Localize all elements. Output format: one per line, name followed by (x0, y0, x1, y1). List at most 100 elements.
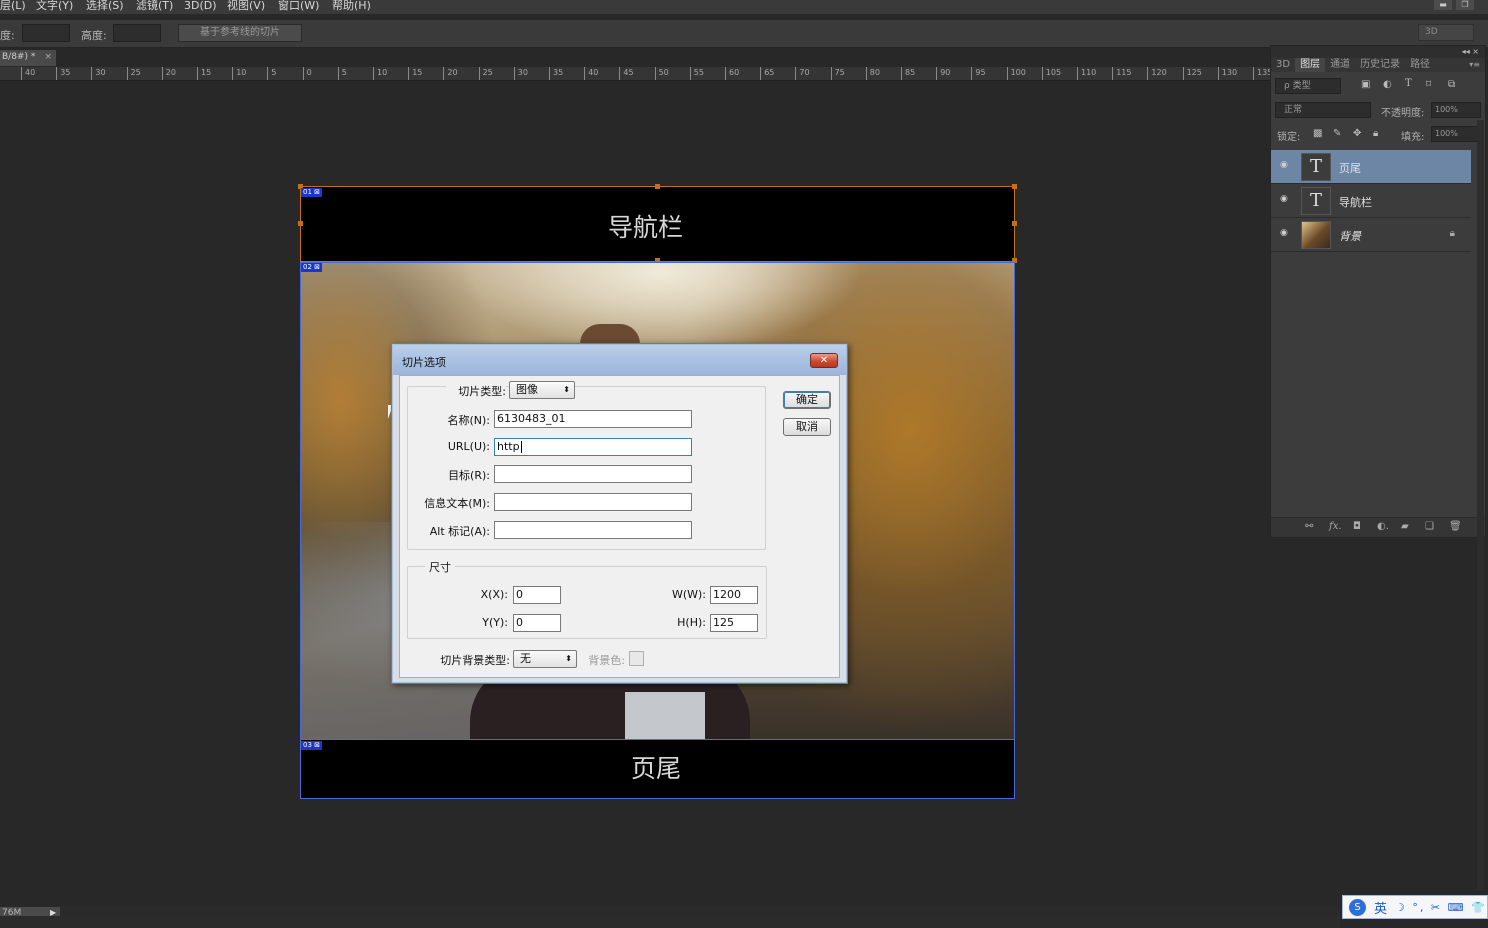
target-label: 目标(R): (448, 469, 490, 482)
menu-window[interactable]: 窗口(W) (278, 0, 319, 12)
menu-help[interactable]: 帮助(H) (332, 0, 371, 12)
minimize-icon[interactable]: ▬ (1434, 0, 1452, 10)
opacity-field[interactable]: 100% (1431, 102, 1481, 118)
footer-text: 页尾 (631, 754, 682, 783)
smart-object-filter-icon[interactable]: ⧉ (1448, 79, 1455, 90)
menu-view[interactable]: 视图(V) (227, 0, 265, 12)
shape-filter-icon[interactable]: ⌑ (1426, 79, 1431, 90)
visibility-eye-icon[interactable]: ◉ (1280, 194, 1290, 204)
fx-icon[interactable]: fx. (1329, 521, 1342, 532)
horizontal-scrollbar[interactable] (0, 916, 1340, 928)
options-bar: 度: 高度: 基于参考线的切片 3D (0, 20, 1488, 48)
document-tab-title: B/8#) * (2, 52, 36, 62)
h-label: H(H): (677, 616, 706, 629)
target-field[interactable] (494, 465, 692, 483)
menu-layer[interactable]: 层(L) (0, 0, 26, 12)
slice-handle[interactable] (655, 184, 660, 189)
name-field[interactable]: 6130483_01 (494, 410, 692, 428)
restore-icon[interactable]: ❐ (1456, 0, 1474, 10)
slice-03-badge: 03 ⊠ (301, 741, 323, 750)
lock-position-icon[interactable]: ✥ (1353, 128, 1361, 139)
name-label: 名称(N): (447, 414, 490, 427)
tab-layers[interactable]: 图层 (1295, 58, 1326, 72)
panel-menu-icon[interactable]: ▾≡ (1464, 58, 1485, 72)
alt-tag-field[interactable] (494, 521, 692, 539)
image-filter-icon[interactable]: ▣ (1361, 79, 1370, 90)
visibility-eye-icon[interactable]: ◉ (1280, 160, 1290, 170)
y-field[interactable]: 0 (513, 614, 561, 632)
tab-3d[interactable]: 3D (1271, 58, 1295, 72)
height-label: 高度: (81, 29, 107, 42)
slice-bg-type-select[interactable]: 无 ⬍ (513, 650, 577, 668)
h-field[interactable]: 125 (710, 614, 758, 632)
menu-3d[interactable]: 3D(D) (184, 0, 217, 12)
ruler-tick-label: 35 (549, 67, 563, 80)
ok-button[interactable]: 确定 (783, 391, 831, 409)
bg-color-label: 背景色: (588, 654, 625, 667)
type-filter-icon[interactable]: T (1405, 78, 1412, 89)
ruler-tick-label: 130 (1217, 67, 1237, 80)
layer-filter-select[interactable]: ρ 类型 (1275, 78, 1341, 94)
vertical-scrollbar[interactable] (1477, 120, 1484, 890)
menu-filter[interactable]: 滤镜(T) (136, 0, 173, 12)
ruler-tick-label: 20 (161, 67, 176, 80)
ruler-tick-label: 25 (478, 67, 493, 80)
layer-row-footer[interactable]: ◉ T 页尾 (1271, 150, 1471, 184)
dimensions-legend: 尺寸 (425, 559, 455, 575)
width-field[interactable] (22, 24, 70, 42)
bg-color-swatch[interactable] (629, 651, 644, 666)
url-field[interactable]: http (494, 438, 692, 456)
menu-type[interactable]: 文字(Y) (36, 0, 73, 12)
close-tab-icon[interactable]: × (44, 50, 52, 65)
lock-icon: 🔒︎ (1449, 228, 1455, 239)
cancel-button[interactable]: 取消 (783, 418, 831, 436)
w-field[interactable]: 1200 (710, 586, 758, 604)
sogou-logo-icon[interactable]: S (1349, 898, 1366, 916)
tab-channels[interactable]: 通道 (1325, 58, 1355, 72)
slice-01-badge: 01 ⊠ (301, 188, 323, 197)
updown-arrow-icon: ⬍ (565, 654, 572, 663)
height-field[interactable] (113, 24, 161, 42)
workspace-select[interactable]: 3D (1418, 24, 1474, 41)
link-icon[interactable]: ⚯ (1305, 521, 1313, 532)
new-layer-icon[interactable]: ❏ (1425, 521, 1434, 532)
slice-handle[interactable] (1012, 258, 1017, 263)
adjustment-icon[interactable]: ◐. (1377, 521, 1389, 532)
x-field[interactable]: 0 (513, 586, 561, 604)
menu-select[interactable]: 选择(S) (86, 0, 124, 12)
blend-mode-select[interactable]: 正常 (1275, 102, 1371, 118)
ruler-tick-label: 60 (725, 67, 739, 80)
trash-icon[interactable]: 🗑︎ (1449, 521, 1462, 532)
alt-tag-label: Alt 标记(A): (429, 525, 490, 538)
dialog-titlebar[interactable]: 切片选项 ✕ (393, 345, 846, 375)
lock-all-icon[interactable]: 🔒︎ (1373, 128, 1378, 139)
message-text-field[interactable] (494, 493, 692, 511)
slice-handle[interactable] (298, 221, 303, 226)
tab-history[interactable]: 历史记录 (1355, 58, 1405, 72)
lock-pixels-icon[interactable]: ✎ (1333, 128, 1341, 139)
lock-transparency-icon[interactable]: ▩ (1313, 128, 1322, 139)
slice-handle[interactable] (1012, 221, 1017, 226)
background-thumbnail (1301, 221, 1331, 249)
visibility-eye-icon[interactable]: ◉ (1280, 228, 1290, 238)
dialog-body: 切片类型: 图像 ⬍ 名称(N): 6130483_01 URL(U): http… (399, 375, 840, 678)
fill-field[interactable]: 100% (1431, 126, 1481, 142)
slice-type-select[interactable]: 图像 ⬍ (509, 381, 575, 399)
adjustment-filter-icon[interactable]: ◐ (1383, 79, 1392, 90)
updown-arrow-icon: ⬍ (563, 385, 570, 394)
layer-row-nav[interactable]: ◉ T 导航栏 (1271, 184, 1471, 218)
person-hair-shape (580, 324, 640, 344)
folder-icon[interactable]: ▰ (1401, 521, 1409, 532)
slices-from-guides-button[interactable]: 基于参考线的切片 (178, 24, 302, 42)
ime-language-toggle[interactable]: 英 (1374, 898, 1387, 917)
dialog-close-button[interactable]: ✕ (810, 353, 838, 368)
slice-handle[interactable] (655, 258, 660, 263)
mask-icon[interactable]: ◘ (1353, 521, 1361, 532)
ime-tool-icons[interactable]: ☽ °, ✂ ⌨ 👕 (1395, 901, 1487, 914)
layer-row-background[interactable]: ◉ 背景 🔒︎ (1271, 218, 1471, 252)
text-layer-icon: T (1301, 153, 1331, 181)
slice-handle[interactable] (1012, 184, 1017, 189)
document-tab[interactable]: B/8#) * × (0, 50, 56, 66)
panel-collapse-icon[interactable]: ◂◂ × (1271, 46, 1485, 58)
tab-paths[interactable]: 路径 (1405, 58, 1435, 72)
